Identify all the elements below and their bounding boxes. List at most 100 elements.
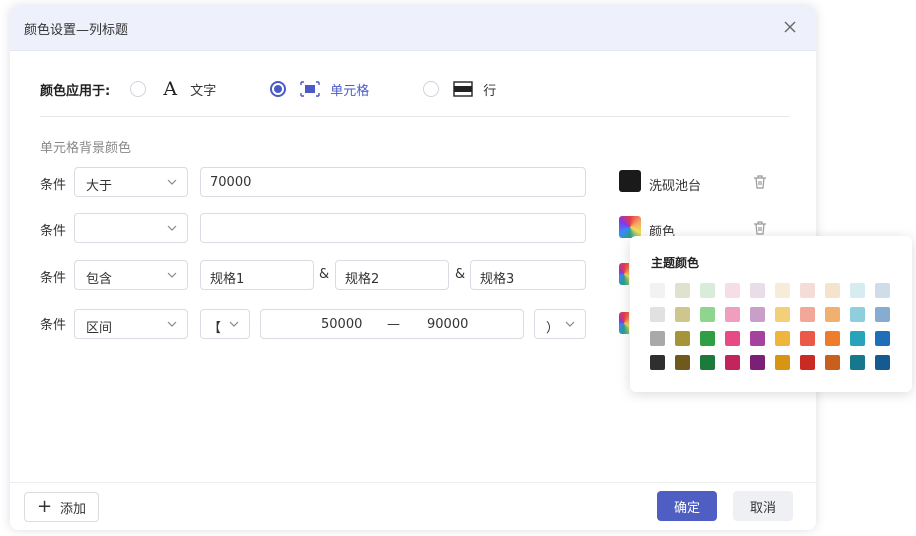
color-cell[interactable] (825, 355, 840, 370)
apply-option-row[interactable]: 行 (423, 80, 496, 99)
color-cell[interactable] (725, 331, 740, 346)
cell-icon (300, 80, 320, 98)
ampersand: & (319, 267, 330, 282)
radio-cell[interactable] (270, 81, 287, 97)
color-cell[interactable] (775, 331, 790, 346)
color-cell[interactable] (850, 355, 865, 370)
text-icon: A (163, 78, 178, 100)
value-input[interactable]: 70000 (200, 167, 586, 197)
value-input[interactable]: 规格3 (470, 260, 586, 290)
color-picker-swatch[interactable] (619, 216, 641, 238)
color-cell[interactable] (825, 283, 840, 298)
radio-row[interactable] (423, 81, 440, 97)
divider (40, 116, 790, 117)
cancel-button[interactable]: 取消 (733, 491, 793, 521)
color-cell[interactable] (875, 283, 890, 298)
add-condition-button[interactable]: + 添加 (24, 492, 99, 522)
color-picker-swatch[interactable] (619, 263, 629, 285)
option-row-label: 行 (483, 83, 497, 99)
condition-label: 条件 (40, 271, 67, 286)
color-cell[interactable] (800, 307, 815, 322)
color-cell[interactable] (875, 307, 890, 322)
operator-value: 大于 (86, 179, 113, 194)
color-cell[interactable] (650, 331, 665, 346)
color-cell[interactable] (800, 355, 815, 370)
apply-option-cell[interactable]: 单元格 (270, 80, 369, 99)
trash-icon[interactable] (752, 220, 768, 236)
operator-select[interactable] (74, 213, 188, 243)
color-cell[interactable] (750, 283, 765, 298)
value-text: 70000 (210, 175, 252, 190)
confirm-button[interactable]: 确定 (657, 491, 717, 521)
color-cell[interactable] (700, 283, 715, 298)
range-from: 50000 (321, 317, 363, 332)
color-swatch[interactable] (619, 170, 641, 192)
range-input[interactable]: 50000 — 90000 (260, 309, 524, 339)
operator-value: 区间 (86, 321, 113, 336)
dialog-header: 颜色设置—列标题 (10, 6, 816, 51)
color-cell[interactable] (850, 307, 865, 322)
color-picker-swatch[interactable] (619, 312, 629, 334)
chevron-down-icon (167, 179, 177, 185)
color-cell[interactable] (700, 331, 715, 346)
operator-select[interactable]: 包含 (74, 260, 188, 290)
operator-value: 包含 (86, 272, 113, 287)
trash-icon[interactable] (752, 174, 768, 190)
color-cell[interactable] (650, 307, 665, 322)
theme-color-popup: 主题颜色 (630, 236, 912, 392)
color-cell[interactable] (825, 307, 840, 322)
color-cell[interactable] (700, 355, 715, 370)
color-cell[interactable] (725, 307, 740, 322)
color-cell[interactable] (750, 355, 765, 370)
color-cell[interactable] (650, 355, 665, 370)
color-cell[interactable] (775, 355, 790, 370)
color-cell[interactable] (775, 283, 790, 298)
color-cell[interactable] (675, 283, 690, 298)
open-bracket-select[interactable]: 【 (200, 309, 250, 339)
condition-label: 条件 (40, 224, 67, 239)
color-cell[interactable] (875, 331, 890, 346)
color-cell[interactable] (675, 307, 690, 322)
color-cell[interactable] (725, 355, 740, 370)
color-cell[interactable] (800, 283, 815, 298)
popup-title: 主题颜色 (651, 256, 700, 270)
section-title: 单元格背景颜色 (40, 141, 132, 156)
color-cell[interactable] (850, 331, 865, 346)
color-cell[interactable] (850, 283, 865, 298)
value-text: 规格1 (210, 272, 245, 287)
color-cell[interactable] (825, 331, 840, 346)
value-input[interactable]: 规格2 (335, 260, 449, 290)
color-cell[interactable] (700, 307, 715, 322)
chevron-down-icon (167, 225, 177, 231)
swatch-label: 洗砚池台 (649, 179, 702, 194)
color-cell[interactable] (750, 307, 765, 322)
value-text: 规格3 (480, 272, 515, 287)
color-cell[interactable] (750, 331, 765, 346)
close-icon[interactable] (780, 17, 800, 37)
option-text-label: 文字 (190, 83, 217, 99)
condition-label: 条件 (40, 178, 67, 193)
apply-to-row: 颜色应用于: A 文字 单元格 行 (40, 78, 550, 100)
color-cell[interactable] (775, 307, 790, 322)
value-input[interactable] (200, 213, 586, 243)
color-cell[interactable] (875, 355, 890, 370)
color-cell[interactable] (675, 331, 690, 346)
value-text: 规格2 (345, 272, 380, 287)
color-cell[interactable] (800, 331, 815, 346)
dialog-title: 颜色设置—列标题 (24, 23, 129, 38)
color-cell[interactable] (725, 283, 740, 298)
value-input[interactable]: 规格1 (200, 260, 314, 290)
open-bracket-value: 【 (208, 321, 222, 336)
operator-select[interactable]: 区间 (74, 309, 188, 339)
close-bracket-value: ） (546, 321, 560, 336)
option-cell-label: 单元格 (330, 83, 370, 99)
apply-to-label: 颜色应用于: (40, 83, 111, 99)
apply-option-text[interactable]: A 文字 (130, 78, 217, 100)
range-dash: — (387, 317, 400, 332)
color-cell[interactable] (675, 355, 690, 370)
close-bracket-select[interactable]: ） (534, 309, 586, 339)
operator-select[interactable]: 大于 (74, 167, 188, 197)
chevron-down-icon (167, 321, 177, 327)
color-cell[interactable] (650, 283, 665, 298)
radio-text[interactable] (130, 81, 147, 97)
